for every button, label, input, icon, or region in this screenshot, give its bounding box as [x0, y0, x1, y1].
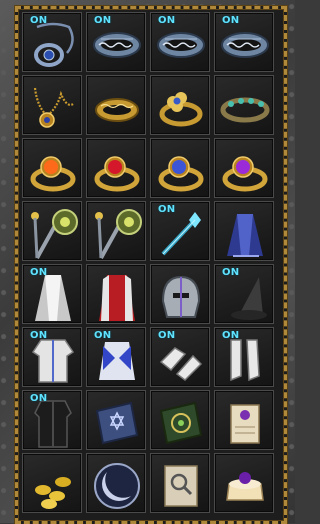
white-robe-icon: [27, 334, 79, 386]
inventory-slot[interactable]: [86, 138, 146, 198]
inventory-slot[interactable]: ON: [150, 12, 210, 72]
equipped-badge: ON: [158, 15, 176, 26]
inventory-slot[interactable]: ON: [86, 327, 146, 387]
inventory-slot[interactable]: [86, 75, 146, 135]
white-cape-icon: [27, 271, 79, 323]
gold-necklace-icon: [27, 82, 79, 134]
inventory-slot[interactable]: ON: [22, 12, 82, 72]
inventory-grid: ON ON ON ON ON ON ON ON ON ON ON ON: [22, 12, 274, 516]
inventory-slot[interactable]: [150, 138, 210, 198]
inventory-slot[interactable]: ON: [150, 327, 210, 387]
inventory-slot[interactable]: [214, 453, 274, 513]
inventory-slot[interactable]: [214, 390, 274, 450]
inventory-slot[interactable]: [22, 201, 82, 261]
inventory-slot[interactable]: [150, 75, 210, 135]
ornate-staff-icon: [91, 208, 143, 260]
inventory-slot[interactable]: ON: [22, 327, 82, 387]
red-cape-icon: [91, 271, 143, 323]
inventory-slot[interactable]: [22, 138, 82, 198]
inventory-slot[interactable]: [86, 390, 146, 450]
gem-cake-icon: [219, 460, 271, 512]
inventory-slot[interactable]: [214, 201, 274, 261]
inventory-slot[interactable]: [86, 264, 146, 324]
sapphire-ring-icon: [155, 145, 207, 197]
inventory-slot[interactable]: [150, 453, 210, 513]
inventory-slot[interactable]: ON: [150, 201, 210, 261]
inventory-slot[interactable]: [214, 75, 274, 135]
inventory-slot[interactable]: ON: [214, 264, 274, 324]
equipped-badge: ON: [222, 330, 240, 341]
orange-gem-ring-icon: [27, 145, 79, 197]
ruby-ring-icon: [91, 145, 143, 197]
silver-runed-ring-icon: [219, 19, 271, 71]
silver-runed-ring-icon: [91, 19, 143, 71]
white-gloves-icon: [155, 334, 207, 386]
gold-flower-ring-icon: [155, 82, 207, 134]
green-spellbook-icon: [155, 397, 207, 449]
ornate-staff-icon: [27, 208, 79, 260]
sapphire-amulet-icon: [27, 19, 79, 71]
moon-orb-icon: [91, 460, 143, 512]
steel-helmet-icon: [155, 271, 207, 323]
scroll-icon: [219, 397, 271, 449]
equipped-badge: ON: [30, 15, 48, 26]
equipped-badge: ON: [94, 330, 112, 341]
equipped-badge: ON: [30, 330, 48, 341]
inventory-slot[interactable]: ON: [86, 12, 146, 72]
silver-runed-ring-icon: [155, 19, 207, 71]
inventory-slot[interactable]: [86, 453, 146, 513]
inventory-slot[interactable]: ON: [214, 327, 274, 387]
equipped-badge: ON: [222, 15, 240, 26]
gold-coins-icon: [27, 460, 79, 512]
gold-band-ring-icon: [91, 82, 143, 134]
inventory-slot[interactable]: [214, 138, 274, 198]
blue-spellbook-icon: [91, 397, 143, 449]
equipped-badge: ON: [30, 267, 48, 278]
inventory-slot[interactable]: [22, 75, 82, 135]
inventory-slot[interactable]: ON: [22, 264, 82, 324]
gold-gem-band-icon: [219, 82, 271, 134]
equipped-badge: ON: [30, 393, 48, 404]
inventory-slot[interactable]: [150, 264, 210, 324]
inventory-slot[interactable]: [86, 201, 146, 261]
equipped-badge: ON: [222, 267, 240, 278]
crystal-wand-icon: [155, 208, 207, 260]
inventory-slot[interactable]: ON: [22, 390, 82, 450]
inventory-slot[interactable]: ON: [214, 12, 274, 72]
equipped-badge: ON: [94, 15, 112, 26]
white-boots-icon: [219, 334, 271, 386]
wizard-hat-icon: [219, 271, 271, 323]
dark-robe-icon: [27, 397, 79, 449]
equipped-badge: ON: [158, 204, 176, 215]
blue-armor-icon: [91, 334, 143, 386]
inventory-slot[interactable]: [22, 453, 82, 513]
amethyst-ring-icon: [219, 145, 271, 197]
equipped-badge: ON: [158, 330, 176, 341]
magnifier-scroll-icon: [155, 460, 207, 512]
inventory-slot[interactable]: [150, 390, 210, 450]
dark-cape-icon: [219, 208, 271, 260]
